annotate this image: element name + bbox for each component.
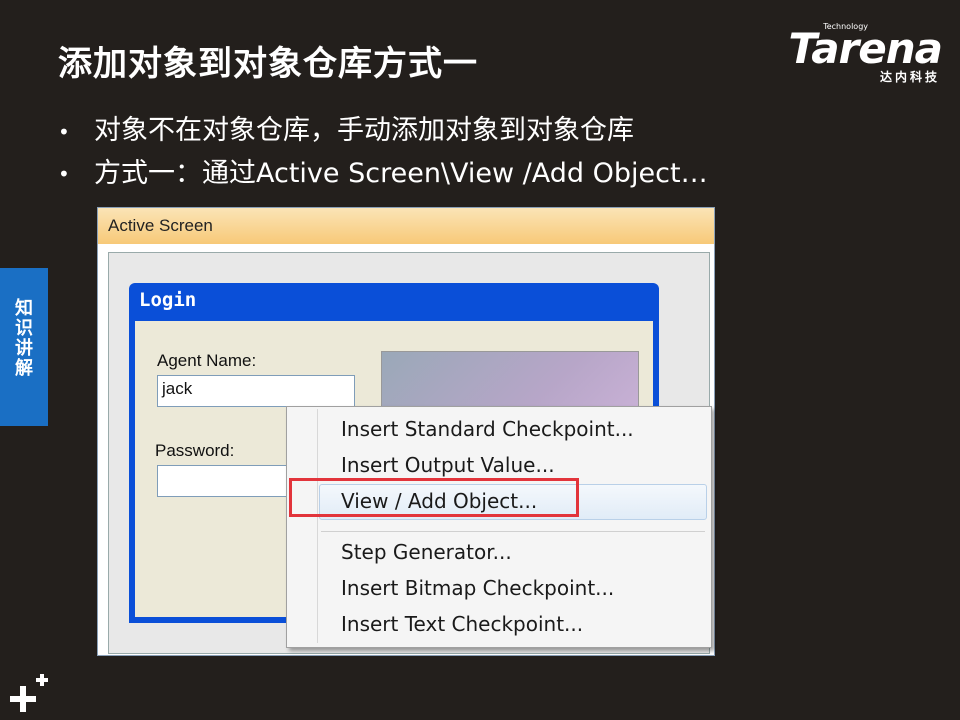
menu-item-insert-text-checkpoint[interactable]: Insert Text Checkpoint... <box>341 612 583 636</box>
menu-item-step-generator[interactable]: Step Generator... <box>341 540 512 564</box>
login-window-title: Login <box>139 289 197 311</box>
bullet-list: • 对象不在对象仓库，手动添加对象到对象仓库 • 方式一：通过Active Scre… <box>58 110 708 195</box>
bullet-text: 对象不在对象仓库，手动添加对象到对象仓库 <box>94 115 634 146</box>
active-screen-title: Active Screen <box>108 216 213 235</box>
side-tab-label: 知识讲解 <box>12 298 33 378</box>
logo-brand: Tarena <box>788 24 943 73</box>
tarena-logo: Technology Tarena 达内科技 <box>772 20 943 84</box>
bullet-dot-icon: • <box>58 162 70 186</box>
menu-item-insert-bitmap-checkpoint[interactable]: Insert Bitmap Checkpoint... <box>341 576 614 600</box>
menu-gutter <box>317 409 318 643</box>
bullet-text: 方式一：通过Active Screen\View /Add Object… <box>94 157 708 189</box>
bullet-item: • 对象不在对象仓库，手动添加对象到对象仓库 <box>58 110 708 153</box>
logo-cn: 达内科技 <box>879 70 940 84</box>
password-label: Password: <box>155 441 235 460</box>
agent-name-label: Agent Name: <box>157 351 257 370</box>
menu-item-insert-standard-checkpoint[interactable]: Insert Standard Checkpoint... <box>341 417 634 441</box>
bullet-item: • 方式一：通过Active Screen\View /Add Object… <box>58 153 708 196</box>
bullet-dot-icon: • <box>58 119 70 144</box>
menu-item-insert-output-value[interactable]: Insert Output Value... <box>341 453 555 477</box>
plus-logo-icon <box>10 674 48 712</box>
side-tab: 知识讲解 <box>0 268 48 426</box>
slide-title: 添加对象到对象仓库方式一 <box>58 44 478 84</box>
highlight-box <box>289 478 579 517</box>
context-menu: Insert Standard Checkpoint... Insert Out… <box>286 406 712 648</box>
agent-name-input[interactable]: jack <box>157 375 355 407</box>
active-screen-header: Active Screen <box>98 208 714 244</box>
menu-separator <box>321 531 705 532</box>
